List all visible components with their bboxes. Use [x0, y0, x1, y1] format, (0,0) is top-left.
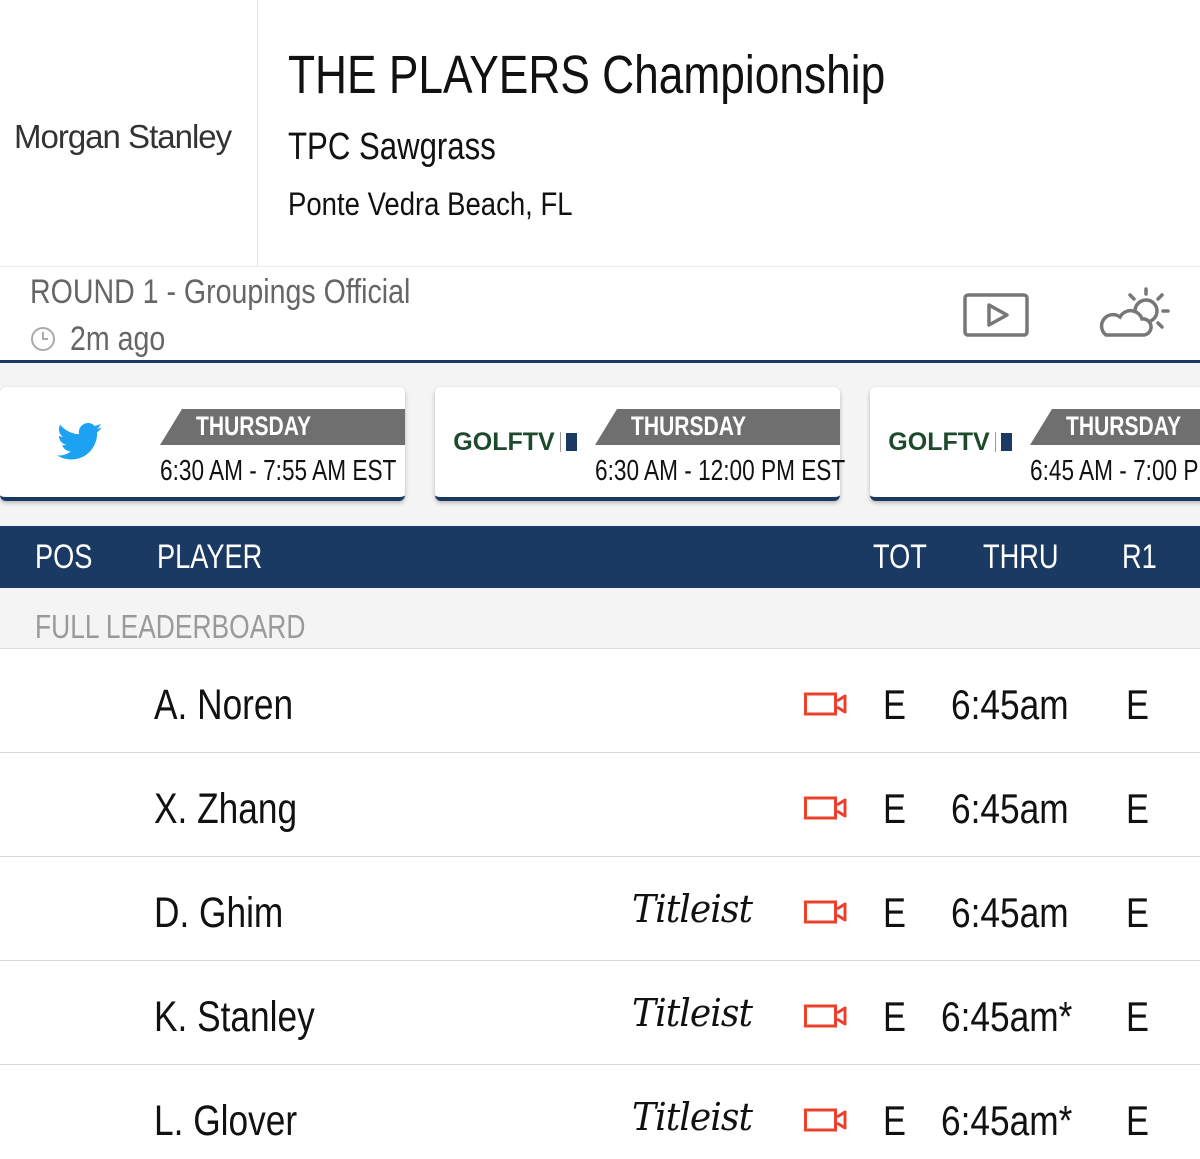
player-name[interactable]: X. Zhang	[154, 785, 297, 834]
sponsor-logo[interactable]: Morgan Stanley	[14, 118, 232, 156]
table-row[interactable]: A. Noren E 6:45am E	[0, 649, 1200, 753]
round1-score: E	[1126, 785, 1149, 832]
total-score: E	[883, 1097, 906, 1144]
clock-icon	[30, 326, 56, 352]
column-player[interactable]: PLAYER	[157, 538, 262, 577]
round-status-bar: ROUND 1 - Groupings Official 2m ago	[0, 266, 1200, 363]
pga-tour-icon	[1000, 433, 1012, 451]
total-score: E	[883, 889, 906, 936]
round-label: ROUND 1 - Groupings Official	[30, 273, 411, 311]
golftv-logo-text: GOLFTV	[888, 427, 990, 456]
table-row[interactable]: L. Glover Titleist E 6:45am* E	[0, 1065, 1200, 1159]
leaderboard-rows: A. Noren E 6:45am E X. Zhang E 6:45am E …	[0, 649, 1200, 1159]
video-camera-icon[interactable]	[804, 1107, 848, 1133]
broadcast-day-tab: THURSDAY	[1030, 409, 1200, 445]
partly-cloudy-icon[interactable]	[1096, 283, 1176, 345]
table-row[interactable]: X. Zhang E 6:45am E	[0, 753, 1200, 857]
thru-value: 6:45am*	[941, 1097, 1073, 1144]
player-name[interactable]: K. Stanley	[154, 993, 315, 1042]
broadcast-time: 6:45 AM - 7:00 PM EST	[1030, 455, 1200, 487]
broadcast-card-golftv[interactable]: GOLFTV THURSDAY 6:30 AM - 12:00 PM EST	[435, 387, 845, 501]
broadcast-time: 6:30 AM - 12:00 PM EST	[595, 455, 846, 487]
video-camera-icon[interactable]	[804, 691, 848, 717]
column-r1[interactable]: R1	[1122, 538, 1157, 577]
leaderboard-header: POS PLAYER TOT THRU R1	[0, 526, 1200, 588]
thru-value: 6:45am	[951, 889, 1069, 936]
sponsor-panel: Morgan Stanley	[0, 0, 258, 266]
thru-value: 6:45am*	[941, 993, 1073, 1040]
table-row[interactable]: K. Stanley Titleist E 6:45am* E	[0, 961, 1200, 1065]
golftv-logo-text: GOLFTV	[453, 427, 555, 456]
player-name[interactable]: A. Noren	[154, 681, 293, 730]
round1-score: E	[1126, 1097, 1149, 1144]
broadcast-day: THURSDAY	[1066, 411, 1182, 441]
broadcast-day: THURSDAY	[196, 411, 312, 441]
broadcast-time: 6:30 AM - 7:55 AM EST	[160, 455, 397, 487]
player-name[interactable]: D. Ghim	[154, 889, 283, 938]
column-thru[interactable]: THRU	[983, 538, 1059, 577]
total-score: E	[883, 785, 906, 832]
tournament-header: Morgan Stanley THE PLAYERS Championship …	[0, 0, 1200, 266]
sponsor-titleist-logo: Titleist	[632, 1095, 753, 1139]
thru-value: 6:45am	[951, 785, 1069, 832]
video-camera-icon[interactable]	[804, 795, 848, 821]
pga-tour-icon	[565, 433, 577, 451]
tournament-title: THE PLAYERS Championship	[288, 45, 886, 105]
round1-score: E	[1126, 681, 1149, 728]
broadcast-card-golftv[interactable]: GOLFTV THURSDAY 6:45 AM - 7:00 PM EST	[870, 387, 1200, 501]
column-tot[interactable]: TOT	[873, 538, 927, 577]
golftv-logo: GOLFTV	[435, 387, 595, 497]
round1-score: E	[1126, 889, 1149, 936]
table-row[interactable]: D. Ghim Titleist E 6:45am E	[0, 857, 1200, 961]
full-leaderboard-section[interactable]: FULL LEADERBOARD	[0, 588, 1200, 649]
broadcast-day-tab: THURSDAY	[595, 409, 840, 445]
total-score: E	[883, 681, 906, 728]
golftv-logo: GOLFTV	[870, 387, 1030, 497]
video-camera-icon[interactable]	[804, 899, 848, 925]
sponsor-titleist-logo: Titleist	[632, 887, 753, 931]
broadcast-day: THURSDAY	[631, 411, 747, 441]
broadcast-card-twitter[interactable]: THURSDAY 6:30 AM - 7:55 AM EST	[0, 387, 405, 501]
last-updated: 2m ago	[30, 319, 183, 359]
player-name[interactable]: L. Glover	[154, 1097, 297, 1146]
video-camera-icon[interactable]	[804, 1003, 848, 1029]
column-pos[interactable]: POS	[35, 538, 92, 577]
total-score: E	[883, 993, 906, 1040]
twitter-bird-icon	[0, 387, 160, 497]
broadcast-day-tab: THURSDAY	[160, 409, 405, 445]
video-play-icon[interactable]	[962, 291, 1032, 341]
broadcast-carousel[interactable]: THURSDAY 6:30 AM - 7:55 AM EST GOLFTV TH…	[0, 363, 1200, 526]
full-leaderboard-label: FULL LEADERBOARD	[35, 608, 306, 645]
thru-value: 6:45am	[951, 681, 1069, 728]
tournament-location: Ponte Vedra Beach, FL	[288, 186, 573, 222]
sponsor-titleist-logo: Titleist	[632, 991, 753, 1035]
last-updated-text: 2m ago	[70, 319, 166, 358]
round1-score: E	[1126, 993, 1149, 1040]
tournament-course: TPC Sawgrass	[288, 126, 496, 168]
